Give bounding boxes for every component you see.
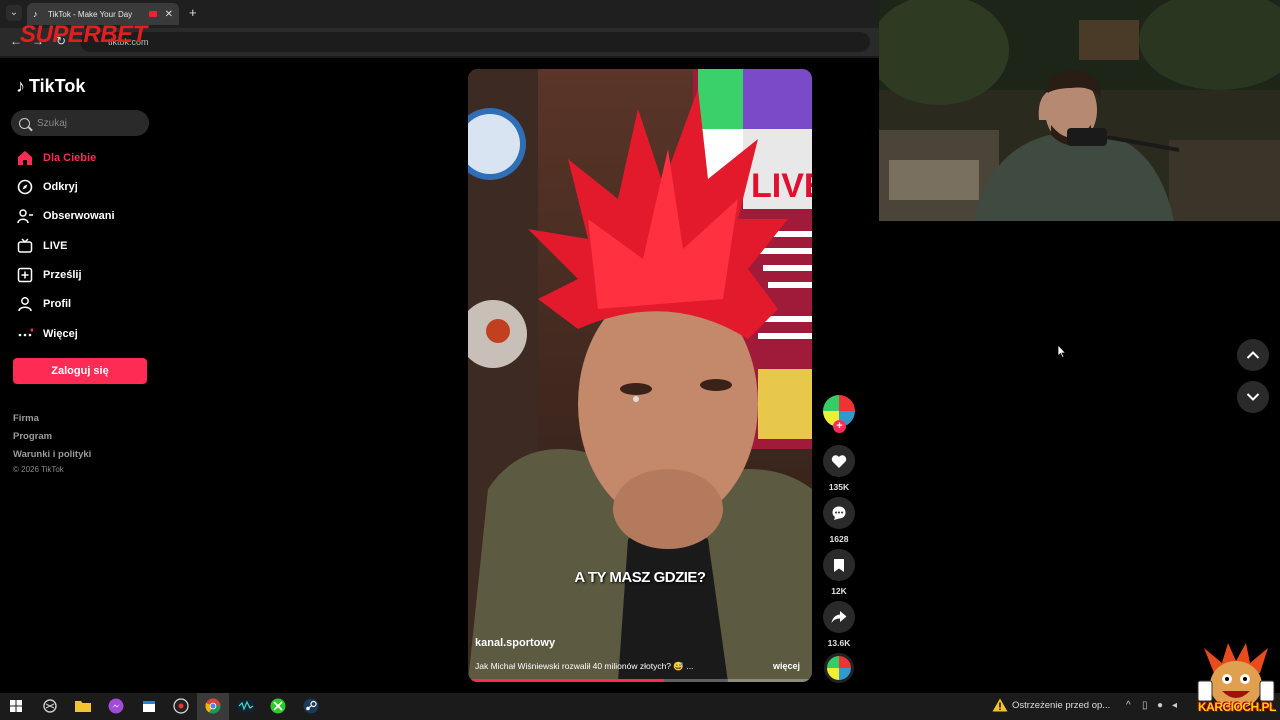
- windows-start-icon[interactable]: [7, 697, 25, 715]
- nav-item-dla-ciebie[interactable]: Dla Ciebie: [16, 149, 96, 167]
- karcioch-watermark: KARCIOCH.PL: [1198, 700, 1276, 714]
- like-button[interactable]: [823, 445, 855, 477]
- save-count: 12K: [831, 586, 847, 596]
- more-button[interactable]: więcej: [773, 661, 800, 671]
- warning-text: Ostrzeżenie przed op...: [1012, 699, 1111, 711]
- share-count: 13.6K: [827, 638, 851, 648]
- progress-fill: [468, 679, 665, 682]
- tiktok-logo[interactable]: ♪ TikTok: [16, 76, 85, 97]
- footer-link-firma[interactable]: Firma: [13, 413, 39, 424]
- next-video-button[interactable]: [1237, 381, 1269, 413]
- save-button[interactable]: [823, 549, 855, 581]
- upload-icon: [16, 266, 34, 284]
- logo-text: TikTok: [29, 76, 86, 96]
- divider: [0, 56, 879, 58]
- tab-search-button[interactable]: ⌄: [6, 5, 22, 21]
- search-icon: [19, 117, 30, 129]
- compass-icon: [16, 178, 34, 196]
- obs-icon[interactable]: [172, 697, 190, 715]
- nav-label: Prześlij: [43, 269, 82, 281]
- footer-link-terms[interactable]: Warunki i polityki: [13, 449, 91, 460]
- xbox-icon[interactable]: [269, 697, 287, 715]
- video-player[interactable]: LIVE A TY MASZ GDZIE? kanal.sportowy Jak…: [468, 69, 812, 682]
- comment-count: 1628: [829, 534, 849, 544]
- file-explorer-icon[interactable]: [74, 697, 92, 715]
- battery-icon[interactable]: ▯: [1142, 700, 1148, 711]
- chevron-down-icon: [1246, 393, 1260, 401]
- music-disc[interactable]: [824, 653, 854, 683]
- nav-item-odkryj[interactable]: Odkryj: [16, 178, 78, 196]
- webcam-overlay: [879, 0, 1280, 221]
- nav-label: Więcej: [43, 328, 78, 340]
- tiktok-note-icon: ♪: [16, 76, 25, 96]
- task-view-icon[interactable]: [41, 697, 59, 715]
- nav-label: Dla Ciebie: [43, 152, 97, 164]
- nav-item-przeslij[interactable]: Prześlij: [16, 266, 82, 284]
- speaker-icon[interactable]: ◂: [1172, 700, 1177, 711]
- video-caption: A TY MASZ GDZIE?: [574, 569, 706, 586]
- video-frame: LIVE: [468, 69, 812, 682]
- audio-app-icon[interactable]: [237, 697, 255, 715]
- profile-icon: [16, 295, 34, 313]
- login-button[interactable]: Zaloguj się: [13, 358, 147, 384]
- steam-icon[interactable]: [302, 697, 320, 715]
- nav-label: Profil: [43, 298, 72, 310]
- footer-link-program[interactable]: Program: [13, 431, 52, 442]
- messenger-icon[interactable]: [107, 697, 125, 715]
- search-input[interactable]: [37, 117, 137, 129]
- share-icon: [831, 611, 847, 623]
- nav-item-live[interactable]: LIVE: [16, 237, 67, 255]
- microphone-icon[interactable]: ●: [1157, 700, 1163, 711]
- live-icon: [16, 237, 34, 255]
- follow-button[interactable]: +: [833, 420, 846, 433]
- calendar-icon[interactable]: [140, 697, 158, 715]
- heart-icon: [831, 454, 847, 468]
- nav-item-profil[interactable]: Profil: [16, 295, 71, 313]
- nav-item-wiecej[interactable]: Więcej: [16, 325, 78, 343]
- mouse-cursor-icon: [1057, 344, 1067, 358]
- chevron-up-icon: [1246, 351, 1260, 359]
- tray-overflow-icon[interactable]: ^: [1126, 700, 1131, 711]
- warning-icon: [992, 698, 1008, 712]
- bookmark-icon: [834, 558, 844, 572]
- copyright: © 2026 TikTok: [13, 465, 64, 474]
- search-bar[interactable]: [11, 110, 149, 136]
- nav-label: Obserwowani: [43, 210, 115, 222]
- live-sign-text: LIVE: [751, 167, 812, 205]
- nav-item-obserwowani[interactable]: Obserwowani: [16, 207, 115, 225]
- following-icon: [16, 207, 34, 225]
- nav-label: LIVE: [43, 240, 68, 252]
- url-input[interactable]: [80, 32, 870, 52]
- comment-button[interactable]: [823, 497, 855, 529]
- superbet-overlay-logo: SUPERBET: [20, 21, 147, 48]
- more-icon: [16, 325, 34, 343]
- tiktok-favicon-icon: ♪: [33, 9, 38, 19]
- chrome-icon[interactable]: [204, 697, 222, 715]
- share-button[interactable]: [823, 601, 855, 633]
- notification-warning[interactable]: Ostrzeżenie przed op...: [992, 698, 1110, 712]
- previous-video-button[interactable]: [1237, 339, 1269, 371]
- webcam-feed: [879, 0, 1280, 221]
- new-tab-button[interactable]: +: [189, 5, 197, 20]
- video-author[interactable]: kanal.sportowy: [475, 637, 555, 649]
- home-icon: [16, 149, 34, 167]
- tab-title: TikTok - Make Your Day: [48, 9, 133, 19]
- comment-icon: [832, 506, 846, 520]
- video-description: Jak Michał Wiśniewski rozwalił 40 milion…: [475, 661, 694, 671]
- like-count: 135K: [828, 482, 850, 492]
- tab-close-icon[interactable]: ✕: [165, 9, 173, 20]
- recording-indicator-icon: [148, 11, 157, 17]
- nav-label: Odkryj: [43, 181, 78, 193]
